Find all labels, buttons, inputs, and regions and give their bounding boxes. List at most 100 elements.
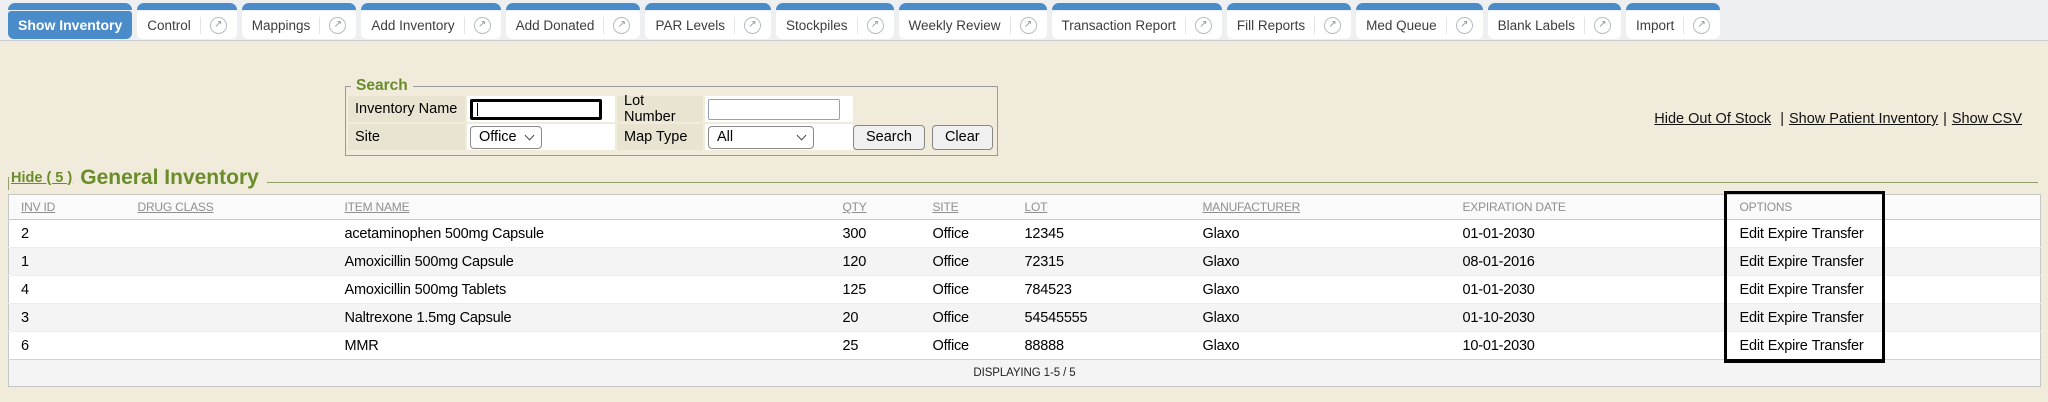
show-csv-link[interactable]: Show CSV [1952,111,2022,127]
cell-qty: 300 [831,220,921,248]
tab-label: Control [147,18,191,33]
expire-link[interactable]: Expire [1768,338,1808,354]
tab-transaction-report[interactable]: Transaction Report↗ [1052,3,1222,39]
open-new-window-icon[interactable]: ↗ [329,17,346,34]
tab-label: Show Inventory [18,17,122,33]
divider [319,17,320,34]
column-header-manufacturer[interactable]: MANUFACTURER [1191,195,1451,220]
tab-fill-reports[interactable]: Fill Reports↗ [1227,3,1351,39]
tab-label: Stockpiles [786,18,848,33]
expire-link[interactable]: Expire [1768,226,1808,242]
clear-button[interactable]: Clear [932,125,993,150]
cell-empty [1885,220,2041,248]
site-select-value: Office [479,129,517,145]
open-new-window-icon[interactable]: ↗ [210,17,227,34]
tab-top-strip [137,3,237,10]
tab-label: Blank Labels [1498,18,1575,33]
table-row: 3 Naltrexone 1.5mg Capsule 20 Office 545… [9,304,2041,332]
divider [200,17,201,34]
edit-link[interactable]: Edit [1740,254,1764,270]
edit-link[interactable]: Edit [1740,282,1764,298]
column-header-drug-class[interactable]: DRUG CLASS [126,195,333,220]
map-type-select[interactable]: All [708,126,814,149]
transfer-link[interactable]: Transfer [1812,282,1864,298]
open-new-window-icon[interactable]: ↗ [474,17,491,34]
open-new-window-icon[interactable]: ↗ [744,17,761,34]
edit-link[interactable]: Edit [1740,338,1764,354]
column-header-item-name[interactable]: ITEM NAME [333,195,831,220]
show-patient-inventory-link[interactable]: Show Patient Inventory [1789,111,1938,127]
transfer-link[interactable]: Transfer [1812,310,1864,326]
cell-item-name: Amoxicillin 500mg Tablets [333,276,831,304]
tab-top-strip [1227,3,1351,10]
inventory-name-label: Inventory Name [348,96,465,122]
open-new-window-icon[interactable]: ↗ [613,17,630,34]
tab-label: Mappings [252,18,311,33]
transfer-link[interactable]: Transfer [1812,254,1864,270]
hide-count-link[interactable]: Hide ( 5 ) [11,170,72,186]
transfer-link[interactable]: Transfer [1812,338,1864,354]
lot-number-input[interactable] [708,99,840,120]
cell-item-name: Naltrexone 1.5mg Capsule [333,304,831,332]
expire-link[interactable]: Expire [1768,282,1808,298]
transfer-link[interactable]: Transfer [1812,226,1864,242]
cell-site: Office [921,332,1013,360]
open-new-window-icon[interactable]: ↗ [867,17,884,34]
tab-import[interactable]: Import↗ [1626,3,1720,39]
table-row: 2 acetaminophen 500mg Capsule 300 Office… [9,220,2041,248]
column-header-lot[interactable]: LOT [1013,195,1191,220]
cell-manufacturer: Glaxo [1191,248,1451,276]
column-header-qty[interactable]: QTY [831,195,921,220]
edit-link[interactable]: Edit [1740,310,1764,326]
paging-status: DISPLAYING 1-5 / 5 [9,360,2041,387]
hide-out-of-stock-link[interactable]: Hide Out Of Stock [1654,111,1771,127]
cell-lot: 784523 [1013,276,1191,304]
tab-show-inventory[interactable]: Show Inventory [8,3,132,39]
inventory-table: INV ID DRUG CLASS ITEM NAME QTY SITE LOT… [8,194,2041,387]
divider [603,17,604,34]
cell-empty [1885,248,2041,276]
cell-item-name: acetaminophen 500mg Capsule [333,220,831,248]
tab-control[interactable]: Control ↗ [137,3,237,39]
divider [464,17,465,34]
site-label: Site [348,124,465,150]
open-new-window-icon[interactable]: ↗ [1456,17,1473,34]
tab-add-inventory[interactable]: Add Inventory↗ [361,3,500,39]
cell-options: EditExpireTransfer [1728,220,1885,248]
open-new-window-icon[interactable]: ↗ [1324,17,1341,34]
cell-lot: 54545555 [1013,304,1191,332]
cell-lot: 88888 [1013,332,1191,360]
expire-link[interactable]: Expire [1768,254,1808,270]
tab-stockpiles[interactable]: Stockpiles ↗ [776,3,894,39]
open-new-window-icon[interactable]: ↗ [1693,17,1710,34]
inventory-name-input[interactable] [470,99,602,120]
expire-link[interactable]: Expire [1768,310,1808,326]
tab-top-strip [1356,3,1483,10]
cell-drug-class [126,220,333,248]
column-header-inv-id[interactable]: INV ID [9,195,126,220]
inventory-table-wrapper: INV ID DRUG CLASS ITEM NAME QTY SITE LOT… [8,194,2040,387]
cell-qty: 25 [831,332,921,360]
cell-expiration-date: 01-10-2030 [1451,304,1728,332]
divider [734,17,735,34]
site-select[interactable]: Office [470,126,542,149]
tab-blank-labels[interactable]: Blank Labels ↗ [1488,3,1621,39]
cell-manufacturer: Glaxo [1191,220,1451,248]
tab-par-levels[interactable]: PAR Levels↗ [645,3,771,39]
tab-mappings[interactable]: Mappings ↗ [242,3,357,39]
open-new-window-icon[interactable]: ↗ [1020,17,1037,34]
tab-med-queue[interactable]: Med Queue↗ [1356,3,1483,39]
edit-link[interactable]: Edit [1740,226,1764,242]
tab-weekly-review[interactable]: Weekly Review↗ [899,3,1047,39]
column-header-site[interactable]: SITE [921,195,1013,220]
text-cursor [477,103,478,116]
cell-inv-id: 1 [9,248,126,276]
link-separator: | [1776,111,1784,127]
tab-top-strip [361,3,500,10]
open-new-window-icon[interactable]: ↗ [1195,17,1212,34]
search-button[interactable]: Search [853,125,925,150]
table-row: 4 Amoxicillin 500mg Tablets 125 Office 7… [9,276,2041,304]
open-new-window-icon[interactable]: ↗ [1594,17,1611,34]
divider [857,17,858,34]
tab-add-donated[interactable]: Add Donated↗ [506,3,641,39]
